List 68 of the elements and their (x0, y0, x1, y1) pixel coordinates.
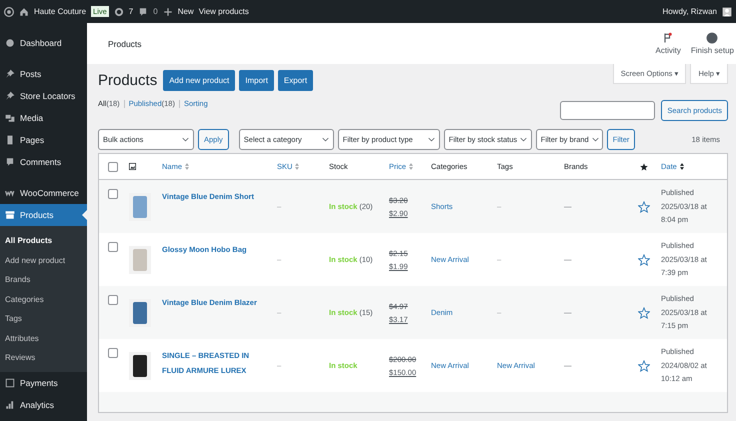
sidebar-item[interactable]: Analytics (0, 394, 87, 416)
header-title: Products (108, 38, 142, 48)
page-title: Products (98, 72, 158, 88)
view-products-link[interactable]: View products (198, 7, 249, 16)
finish-setup-button[interactable]: Finish setup (690, 32, 734, 55)
submenu-item[interactable]: Add new product (0, 250, 87, 270)
search-field[interactable] (560, 100, 656, 120)
media-icon (5, 113, 15, 123)
sidebar-item[interactable]: Media (0, 107, 87, 129)
sort-icon (185, 163, 190, 170)
chevron-down-icon (592, 136, 599, 142)
sidebar-item[interactable]: Products (0, 204, 87, 226)
submenu-item[interactable]: Brands (0, 270, 87, 290)
updates-count[interactable]: 7 (128, 7, 134, 16)
product-thumbnail (129, 192, 151, 220)
comment-icon (5, 157, 15, 167)
sidebar-item[interactable]: Store Locators (0, 85, 87, 107)
row-checkbox[interactable] (108, 348, 118, 358)
submenu-item[interactable]: Reviews (0, 348, 87, 368)
avatar-icon[interactable] (722, 6, 732, 16)
woo-icon (5, 188, 15, 198)
select-all-checkbox[interactable] (108, 162, 118, 172)
sidebar-item[interactable]: Posts (0, 63, 87, 85)
site-name-link[interactable]: Haute Couture (34, 7, 86, 16)
comment-icon (138, 6, 148, 16)
home-icon (19, 6, 29, 16)
sidebar-item[interactable]: Comments (0, 151, 87, 173)
flag-icon (662, 32, 674, 44)
image-icon (129, 163, 136, 170)
bars-icon (5, 400, 15, 410)
page-icon (5, 135, 15, 145)
featured-star-icon[interactable] (638, 200, 650, 212)
row-checkbox[interactable] (108, 189, 118, 199)
sort-icon (409, 163, 414, 170)
featured-star-icon[interactable] (638, 360, 650, 372)
submenu-item[interactable]: Attributes (0, 328, 87, 348)
sidebar-item[interactable]: Pages (0, 129, 87, 151)
sidebar-item[interactable]: Dashboard (0, 32, 87, 54)
action-button[interactable]: Import (239, 70, 274, 90)
action-button[interactable]: Export (278, 70, 314, 90)
submenu-item[interactable]: Categories (0, 290, 87, 309)
submenu-item[interactable]: All Products (0, 231, 87, 250)
product-thumbnail (129, 352, 151, 380)
action-button[interactable]: Add new product (163, 70, 236, 90)
star-icon (640, 162, 648, 170)
row-checkbox[interactable] (108, 242, 118, 252)
new-link[interactable]: New (178, 7, 194, 16)
sort-icon (680, 163, 684, 170)
row-checkbox[interactable] (108, 295, 118, 305)
chevron-down-icon (428, 136, 435, 142)
product-thumbnail (129, 298, 151, 326)
greeting-link[interactable]: Howdy, Rizwan (662, 7, 717, 16)
sidebar-item[interactable]: WooCommerce (0, 182, 87, 204)
chevron-down-icon (182, 136, 189, 142)
featured-star-icon[interactable] (638, 254, 650, 266)
activity-button[interactable]: Activity (656, 32, 681, 55)
pin-icon (5, 91, 15, 101)
plus-icon (162, 6, 173, 16)
comments-count[interactable]: 0 (153, 7, 158, 16)
box-icon (5, 210, 15, 220)
featured-star-icon[interactable] (638, 306, 650, 318)
product-thumbnail (129, 246, 151, 274)
chevron-down-icon (520, 136, 528, 142)
pin-icon (5, 69, 15, 79)
chevron-down-icon (322, 136, 329, 142)
sidebar-item[interactable]: Payments (0, 372, 87, 394)
submenu-item[interactable]: Tags (0, 309, 87, 328)
sort-icon (295, 163, 300, 170)
